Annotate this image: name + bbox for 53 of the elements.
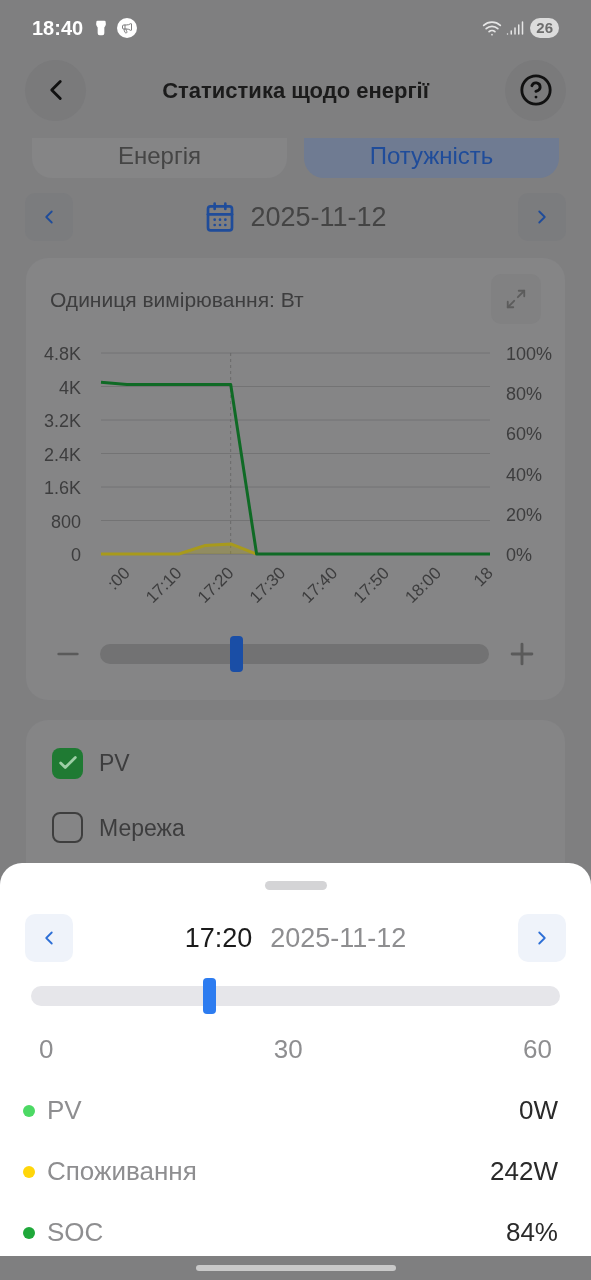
axis-label: 80% — [506, 384, 543, 405]
axis-label: 18 — [470, 563, 497, 591]
scale-label: 0 — [39, 1033, 54, 1066]
reading-value: 242W — [490, 1155, 558, 1188]
axis-label: 1.6K — [43, 478, 81, 498]
checkbox[interactable] — [52, 812, 83, 844]
zoom-slider[interactable] — [100, 636, 489, 672]
date-label[interactable]: 2025-11-12 — [250, 196, 387, 238]
axis-label: 3.2K — [43, 411, 81, 431]
battery-indicator: 26 — [530, 18, 559, 38]
checkbox[interactable] — [52, 747, 83, 779]
page-title: Статистика щодо енергії — [161, 76, 431, 105]
wifi-icon — [482, 18, 503, 38]
unit-label: Одиниця вимірювання: Вт — [50, 287, 304, 313]
tab[interactable]: Потужність — [304, 138, 559, 178]
reading-label: SOC — [47, 1216, 105, 1249]
axis-label: 40% — [506, 464, 543, 485]
reading-label: Споживання — [47, 1155, 198, 1188]
reading-value: 84% — [505, 1216, 558, 1249]
selected-time: 17:20 — [184, 921, 253, 955]
scale-label: 30 — [273, 1033, 303, 1066]
axis-label: 4K — [58, 377, 81, 398]
signal-icon — [506, 19, 525, 37]
slider-thumb[interactable] — [202, 978, 216, 1014]
help-icon — [518, 73, 553, 107]
status-time: 18:40 — [32, 16, 84, 41]
axis-label: 2.4K — [43, 444, 81, 465]
axis-label: 800 — [50, 511, 81, 532]
scale-label: 60 — [523, 1033, 552, 1066]
tab[interactable]: Енергія — [32, 138, 287, 178]
toggle-label: Мережа — [99, 813, 185, 843]
previous-time-button[interactable] — [25, 914, 73, 962]
axis-label: 0% — [506, 545, 532, 565]
reading-value: 0W — [519, 1094, 558, 1127]
time-slider[interactable] — [31, 978, 560, 1014]
selected-date: 2025-11-12 — [270, 921, 407, 955]
expand-icon — [505, 288, 527, 310]
drag-handle[interactable] — [264, 881, 327, 890]
axis-label: 0 — [71, 545, 81, 565]
home-indicator[interactable] — [195, 1265, 396, 1271]
reading-label: PV — [47, 1094, 83, 1127]
expand-button[interactable] — [491, 274, 541, 324]
axis-label: 20% — [506, 504, 543, 525]
next-time-button[interactable] — [518, 914, 566, 962]
toggle-label: PV — [99, 749, 130, 778]
slider-thumb[interactable] — [230, 636, 244, 672]
axis-label: 4.8K — [43, 344, 81, 364]
previous-day-button[interactable] — [25, 193, 73, 241]
megaphone-icon — [117, 18, 138, 38]
axis-label: :00 — [103, 563, 134, 594]
axis-label: 60% — [506, 424, 543, 445]
next-day-button[interactable] — [518, 193, 566, 241]
axis-label: 100% — [506, 344, 553, 364]
